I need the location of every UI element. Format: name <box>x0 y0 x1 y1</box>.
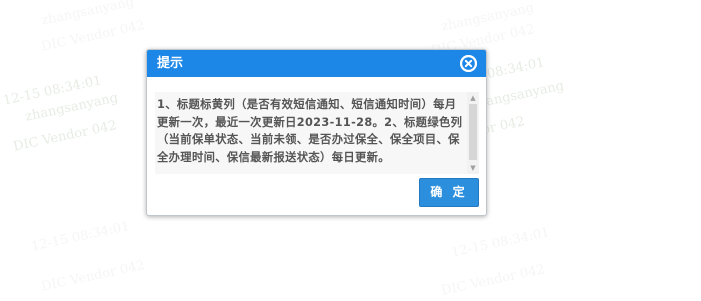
ok-button[interactable]: 确 定 <box>419 178 479 207</box>
message-box[interactable]: 1、标题标黄列（是否有效短信通知、短信通知时间）每月更新一次，最近一次更新日20… <box>155 92 479 174</box>
alert-dialog: 提示 1、标题标黄列（是否有效短信通知、短信通知时间）每月更新一次，最近一次更新… <box>146 49 487 216</box>
close-icon <box>460 55 477 72</box>
dialog-header: 提示 <box>147 50 486 77</box>
scroll-thumb[interactable] <box>469 104 477 160</box>
watermark-vendor: DIC Vendor 042 <box>440 262 547 299</box>
watermark-timestamp: 12-15 08:34:01 <box>30 219 131 255</box>
watermark-vendor: DIC Vendor 042 <box>40 258 147 295</box>
scroll-down-icon[interactable]: ▼ <box>467 162 479 174</box>
dialog-title: 提示 <box>157 56 184 71</box>
close-button[interactable] <box>460 55 477 72</box>
watermark-timestamp: 12-15 08:34:01 <box>450 225 551 261</box>
vertical-scrollbar[interactable]: ▲ ▼ <box>467 92 479 174</box>
scroll-up-icon[interactable]: ▲ <box>467 92 479 104</box>
message-text: 1、标题标黄列（是否有效短信通知、短信通知时间）每月更新一次，最近一次更新日20… <box>157 98 463 164</box>
